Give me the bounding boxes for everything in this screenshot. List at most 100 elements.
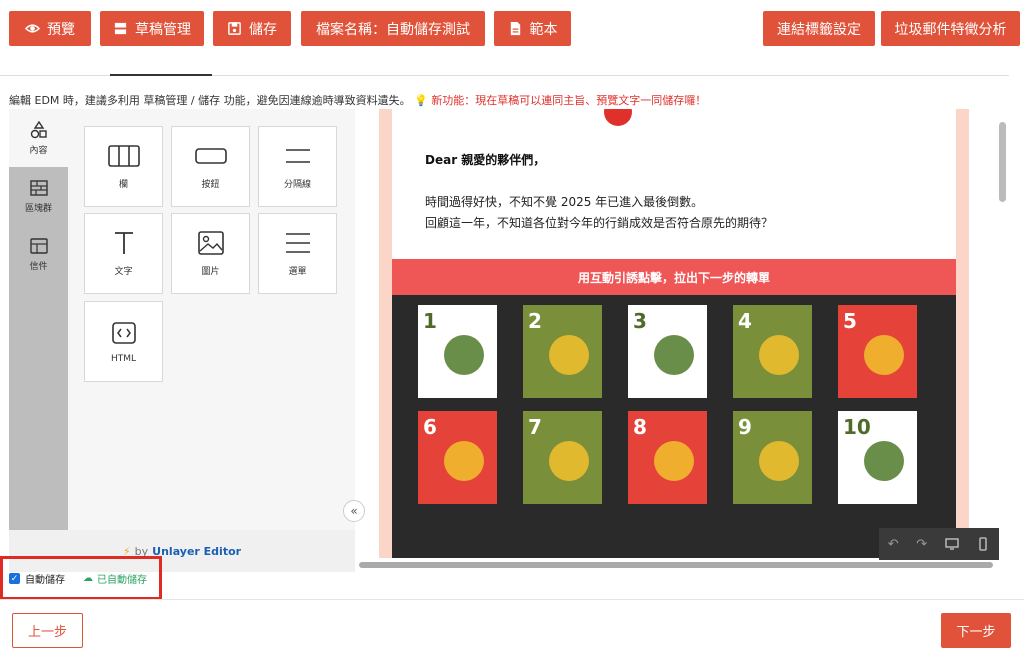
divider-icon: [285, 149, 310, 163]
notice-text: 編輯 EDM 時，建議多利用 草稿管理 / 儲存 功能，避免因連線逾時導致資料遺…: [9, 94, 411, 107]
calendar-cell[interactable]: 3: [628, 305, 707, 398]
lightbulb-icon: 💡: [414, 94, 428, 107]
new-feature-text: 新功能：現在草稿可以連同主旨、預覽文字一同儲存囉！: [431, 94, 707, 107]
drafts-button[interactable]: 草稿管理: [100, 11, 204, 46]
calendar-cell[interactable]: 10: [838, 411, 917, 504]
brand-logo: [604, 109, 744, 129]
autosave-label: 自動儲存: [25, 575, 65, 586]
tab-dnd-editor[interactable]: [124, 56, 204, 64]
christmas-illustration: [759, 335, 799, 375]
logo-mark: [604, 109, 632, 126]
email-line-1: 時間過得好快，不知不覺 2025 年已進入最後倒數。: [425, 195, 704, 209]
calendar-cell-number: 8: [633, 415, 647, 439]
preview-label: 預覽: [47, 21, 75, 38]
previous-step-button[interactable]: 上一步: [12, 613, 83, 648]
autosave-toggle[interactable]: ✓ 自動儲存: [9, 571, 65, 586]
calendar-cell-number: 1: [423, 309, 437, 333]
text-icon: [114, 232, 133, 254]
canvas-vertical-scrollbar[interactable]: [999, 122, 1006, 202]
sidebar-item-content[interactable]: 內容: [9, 109, 68, 167]
logo-wordmark-art: [638, 109, 738, 129]
top-toolbar: 預覽 草稿管理 儲存 檔案名稱：自動儲存測試 範本 連結標籤設定 垃圾郵件特徵分…: [0, 0, 1024, 56]
brand-name: Unlayer Editor: [152, 544, 242, 558]
save-button[interactable]: 儲存: [213, 11, 291, 46]
christmas-illustration: [444, 335, 484, 375]
filename-button[interactable]: 檔案名稱：自動儲存測試: [301, 11, 485, 46]
sidebar-item-label: 信件: [29, 262, 48, 272]
calendar-cell-number: 2: [528, 309, 542, 333]
desktop-view-icon[interactable]: [945, 537, 959, 551]
collapse-panel-button[interactable]: «: [343, 500, 365, 522]
preview-button[interactable]: 預覽: [9, 11, 91, 46]
calendar-cell[interactable]: 2: [523, 305, 602, 398]
tool-html[interactable]: HTML: [84, 301, 163, 382]
mobile-view-icon[interactable]: [976, 537, 990, 551]
email-canvas[interactable]: Dear 親愛的夥伴們， 時間過得好快，不知不覺 2025 年已進入最後倒數。 …: [355, 109, 1000, 558]
calendar-cell[interactable]: 7: [523, 411, 602, 504]
tool-button[interactable]: 按鈕: [171, 126, 250, 207]
tool-divider[interactable]: 分隔線: [258, 126, 337, 207]
button-icon: [194, 148, 227, 164]
spam-analysis-button[interactable]: 垃圾郵件特徵分析: [881, 11, 1020, 46]
christmas-illustration: [444, 441, 484, 481]
drafts-icon: [114, 22, 127, 35]
tool-text[interactable]: 文字: [84, 213, 163, 294]
canvas-view-tools: ↶ ↷: [879, 528, 999, 560]
code-icon: [111, 321, 136, 344]
columns-icon: [107, 145, 140, 167]
sidebar-item-label: 內容: [29, 146, 48, 156]
redo-icon[interactable]: ↷: [916, 537, 927, 552]
calendar-cell[interactable]: 9: [733, 411, 812, 504]
christmas-illustration: [549, 441, 589, 481]
tool-label: HTML: [110, 353, 137, 364]
christmas-illustration: [654, 335, 694, 375]
blocks-icon: [29, 180, 48, 196]
calendar-cell[interactable]: 1: [418, 305, 497, 398]
cloud-check-icon: ☁: [83, 573, 93, 584]
template-button[interactable]: 範本: [494, 11, 571, 46]
email-greeting: Dear 親愛的夥伴們，: [425, 153, 546, 167]
calendar-cell[interactable]: 5: [838, 305, 917, 398]
content-tools-panel: 欄 按鈕 分隔線 文字 圖片 選單 HTML: [68, 109, 355, 530]
sidebar-item-blocks[interactable]: 區塊群: [9, 167, 68, 225]
calendar-cell[interactable]: 6: [418, 411, 497, 504]
calendar-cell[interactable]: 8: [628, 411, 707, 504]
active-tab-indicator: [110, 74, 212, 76]
undo-icon[interactable]: ↶: [888, 537, 899, 552]
tool-image[interactable]: 圖片: [171, 213, 250, 294]
email-banner: 用互動引誘點擊，拉出下一步的轉單: [392, 259, 956, 295]
document-icon: [510, 21, 520, 36]
shapes-icon: [30, 120, 47, 139]
calendar-cell-number: 10: [843, 415, 871, 439]
save-label: 儲存: [249, 21, 277, 38]
link-tags-button[interactable]: 連結標籤設定: [763, 11, 875, 46]
floppy-icon: [228, 22, 241, 35]
tool-label: 欄: [118, 180, 128, 190]
autosave-checkbox[interactable]: ✓: [9, 573, 20, 584]
calendar-cell-number: 6: [423, 415, 437, 439]
tool-columns[interactable]: 欄: [84, 126, 163, 207]
canvas-horizontal-scrollbar[interactable]: [359, 562, 993, 568]
template-label: 範本: [529, 21, 558, 38]
editor-tabs: [0, 56, 1009, 76]
spam-analysis-label: 垃圾郵件特徵分析: [894, 21, 1007, 38]
layout-icon: [29, 238, 48, 254]
calendar-cell[interactable]: 4: [733, 305, 812, 398]
calendar-cell-number: 5: [843, 309, 857, 333]
email-line-2: 回顧這一年，不知道各位對今年的行銷成效是否符合原先的期待？: [425, 216, 774, 230]
christmas-illustration: [654, 441, 694, 481]
email-content[interactable]: Dear 親愛的夥伴們， 時間過得好快，不知不覺 2025 年已進入最後倒數。 …: [392, 109, 956, 558]
christmas-illustration: [864, 335, 904, 375]
tool-menu[interactable]: 選單: [258, 213, 337, 294]
sidebar-item-mail[interactable]: 信件: [9, 225, 68, 283]
tab-html-editor[interactable]: [22, 56, 92, 64]
image-icon: [197, 231, 224, 255]
autosave-status: ☁ 已自動儲存: [83, 571, 147, 586]
filename-label: 檔案名稱：自動儲存測試: [316, 21, 470, 38]
drafts-label: 草稿管理: [135, 21, 191, 38]
autosave-status-text: 已自動儲存: [97, 575, 147, 586]
sidebar-item-label: 區塊群: [24, 204, 52, 214]
next-step-button[interactable]: 下一步: [941, 613, 1011, 648]
tool-label: 分隔線: [283, 180, 311, 190]
email-editor: 內容 區塊群 信件 欄 按鈕 分隔線 文字 圖片 選單 HTML ⚡ by Un…: [9, 109, 1009, 572]
